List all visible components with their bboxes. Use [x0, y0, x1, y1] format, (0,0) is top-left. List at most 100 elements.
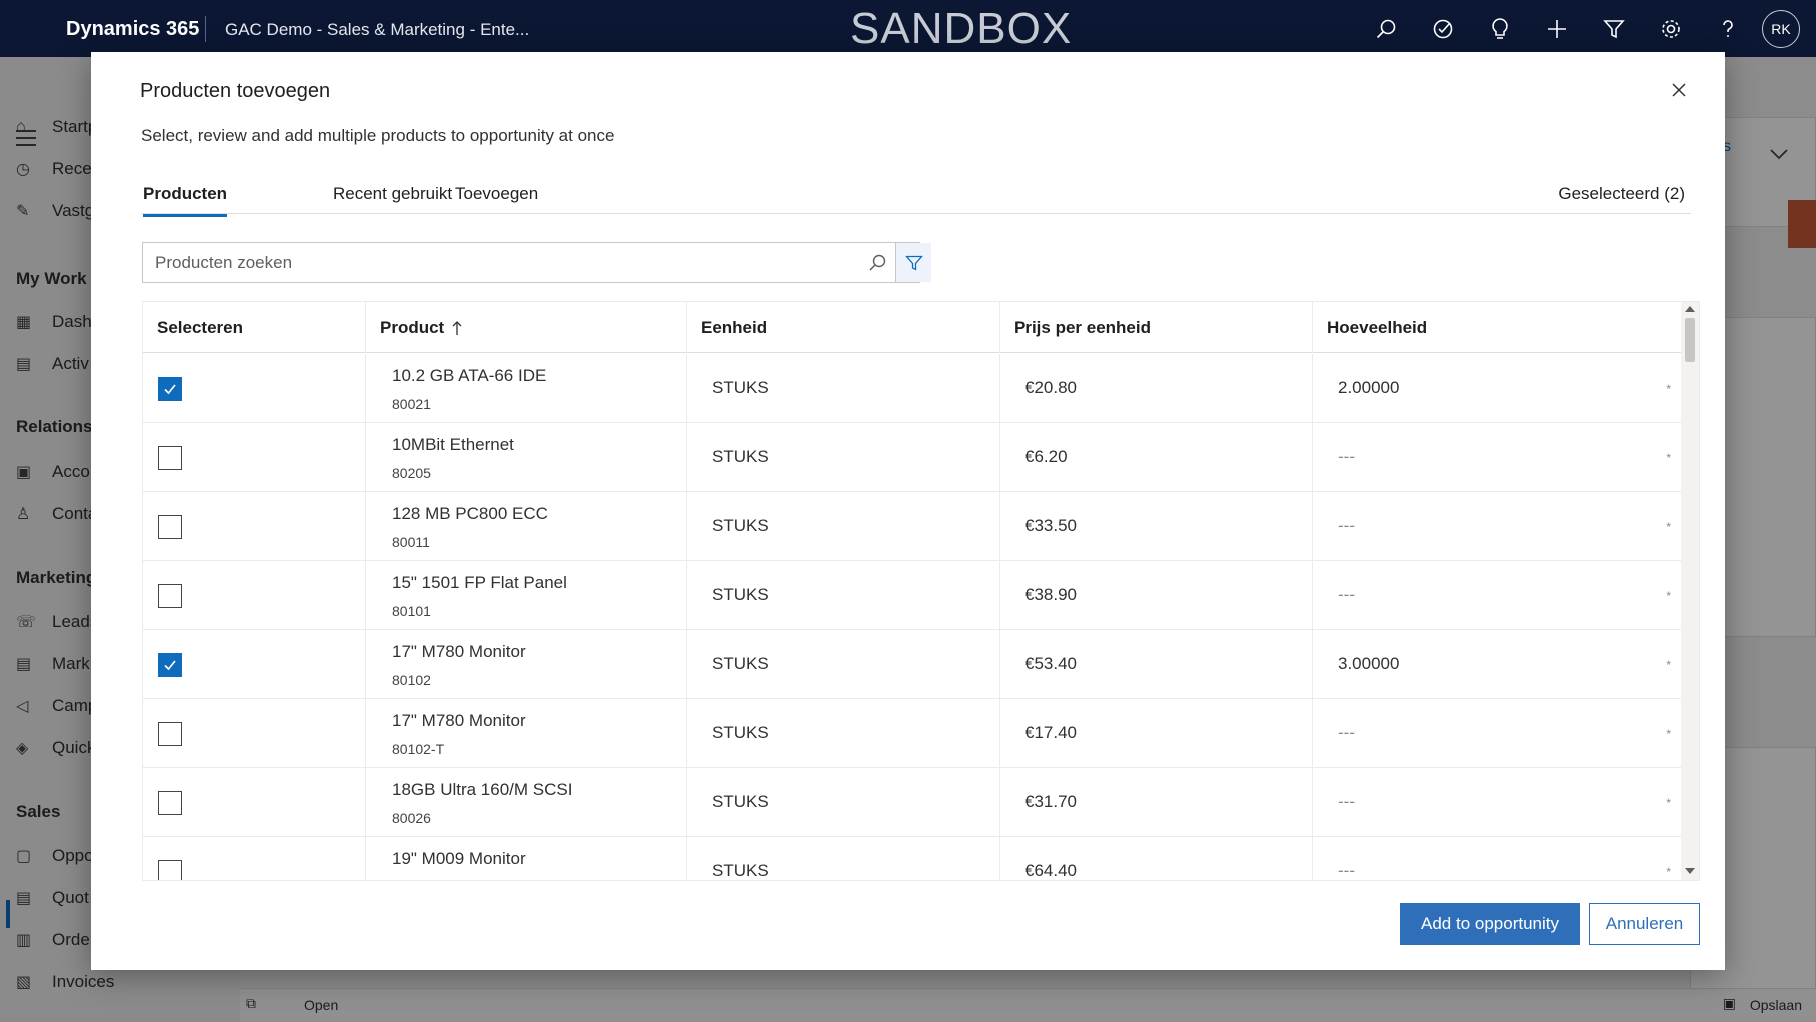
price-value: €33.50 [1025, 516, 1077, 535]
quantity-value: --- [1338, 585, 1355, 604]
unit-cell[interactable]: STUKS [687, 630, 1000, 698]
column-header-unit[interactable]: Eenheid [687, 302, 1000, 353]
required-marker: * [1666, 451, 1671, 465]
column-header-select[interactable]: Selecteren [143, 302, 366, 353]
quantity-cell[interactable]: --- * [1313, 768, 1681, 836]
select-cell [143, 492, 366, 560]
scroll-down-arrow[interactable] [1685, 868, 1695, 874]
product-code: 80101 [392, 603, 431, 619]
lightbulb-icon[interactable] [1471, 9, 1528, 49]
table-row[interactable]: 10.2 GB ATA-66 IDE 80021 STUKS €20.80 2.0000… [143, 354, 1681, 423]
unit-cell[interactable]: STUKS [687, 768, 1000, 836]
row-checkbox[interactable] [158, 584, 182, 608]
price-value: €53.40 [1025, 654, 1077, 673]
price-value: €64.40 [1025, 861, 1077, 880]
quantity-cell[interactable]: --- * [1313, 699, 1681, 767]
price-cell[interactable]: €17.40 [1000, 699, 1313, 767]
environment-label: SANDBOX [850, 4, 1073, 53]
filter-icon[interactable] [1585, 9, 1642, 49]
product-code: 80021 [392, 396, 431, 412]
product-cell: 10MBit Ethernet 80205 [366, 423, 687, 491]
unit-cell[interactable]: STUKS [687, 492, 1000, 560]
quantity-value: 2.00000 [1338, 378, 1400, 397]
avatar[interactable]: RK [1762, 10, 1800, 48]
unit-cell[interactable]: STUKS [687, 561, 1000, 629]
unit-cell[interactable]: STUKS [687, 837, 1000, 880]
row-checkbox[interactable] [158, 446, 182, 470]
row-checkbox[interactable] [158, 515, 182, 539]
search-input[interactable] [143, 243, 843, 282]
quantity-cell[interactable]: 2.00000 * [1313, 354, 1681, 422]
table-row[interactable]: 15" 1501 FP Flat Panel 80101 STUKS €38.90 --… [143, 561, 1681, 630]
tab-products[interactable]: Producten [143, 184, 228, 217]
table-row[interactable]: 18GB Ultra 160/M SCSI 80026 STUKS €31.70 ---… [143, 768, 1681, 837]
search-button[interactable] [859, 243, 895, 282]
unit-value: STUKS [712, 792, 769, 811]
unit-cell[interactable]: STUKS [687, 699, 1000, 767]
table-row[interactable]: 17" M780 Monitor 80102 STUKS €53.40 3.00000 * [143, 630, 1681, 699]
add-to-opportunity-button[interactable]: Add to opportunity [1400, 903, 1580, 945]
quantity-cell[interactable]: 3.00000 * [1313, 630, 1681, 698]
table-row[interactable]: 128 MB PC800 ECC 80011 STUKS €33.50 --- * [143, 492, 1681, 561]
row-checkbox[interactable] [158, 653, 182, 677]
column-header-product-label: Product [380, 317, 445, 337]
unit-value: STUKS [712, 654, 769, 673]
dialog-title: Producten toevoegen [140, 80, 331, 102]
selected-count-tab[interactable]: Geselecteerd (2) [1558, 184, 1685, 204]
row-checkbox[interactable] [158, 377, 182, 401]
close-icon [1672, 83, 1686, 97]
column-header-quantity[interactable]: Hoeveelheid [1313, 302, 1681, 353]
brand-title[interactable]: Dynamics 365 [66, 18, 199, 41]
unit-cell[interactable]: STUKS [687, 354, 1000, 422]
row-checkbox[interactable] [158, 860, 182, 880]
product-code: 80102 [392, 672, 431, 688]
unit-cell[interactable]: STUKS [687, 423, 1000, 491]
price-cell[interactable]: €6.20 [1000, 423, 1313, 491]
help-icon[interactable] [1699, 9, 1756, 49]
unit-value: STUKS [712, 585, 769, 604]
price-value: €31.70 [1025, 792, 1077, 811]
tab-recently-used[interactable]: Recent gebruikt [333, 184, 452, 214]
product-cell: 19" M009 Monitor [366, 837, 687, 880]
quantity-cell[interactable]: --- * [1313, 837, 1681, 880]
quantity-cell[interactable]: --- * [1313, 423, 1681, 491]
quantity-cell[interactable]: --- * [1313, 561, 1681, 629]
plus-icon[interactable] [1528, 9, 1585, 49]
row-checkbox[interactable] [158, 722, 182, 746]
row-checkbox[interactable] [158, 791, 182, 815]
gear-icon[interactable] [1642, 9, 1699, 49]
price-cell[interactable]: €33.50 [1000, 492, 1313, 560]
cancel-button[interactable]: Annuleren [1589, 903, 1700, 945]
unit-value: STUKS [712, 516, 769, 535]
select-cell [143, 768, 366, 836]
price-cell[interactable]: €64.40 [1000, 837, 1313, 880]
price-cell[interactable]: €53.40 [1000, 630, 1313, 698]
scroll-thumb[interactable] [1685, 318, 1695, 362]
column-header-product[interactable]: Product [366, 302, 687, 353]
search-icon[interactable] [1357, 9, 1414, 49]
select-cell [143, 699, 366, 767]
tab-add[interactable]: Toevoegen [455, 184, 538, 214]
product-name: 128 MB PC800 ECC [392, 504, 548, 523]
quantity-cell[interactable]: --- * [1313, 492, 1681, 560]
scroll-up-arrow[interactable] [1685, 306, 1695, 312]
grid-scrollbar[interactable] [1681, 302, 1699, 880]
price-value: €17.40 [1025, 723, 1077, 742]
unit-value: STUKS [712, 723, 769, 742]
app-name[interactable]: GAC Demo - Sales & Marketing - Ente... [225, 20, 529, 40]
table-row[interactable]: 10MBit Ethernet 80205 STUKS €6.20 --- * [143, 423, 1681, 492]
task-check-icon[interactable] [1414, 9, 1471, 49]
price-value: €38.90 [1025, 585, 1077, 604]
price-cell[interactable]: €38.90 [1000, 561, 1313, 629]
select-cell [143, 561, 366, 629]
price-cell[interactable]: €31.70 [1000, 768, 1313, 836]
close-button[interactable] [1667, 78, 1691, 102]
table-row[interactable]: 17" M780 Monitor 80102-T STUKS €17.40 --- * [143, 699, 1681, 768]
table-row[interactable]: 19" M009 Monitor STUKS €64.40 --- * [143, 837, 1681, 880]
required-marker: * [1666, 796, 1671, 810]
filter-icon [904, 255, 923, 271]
filter-button[interactable] [895, 243, 931, 282]
column-header-price[interactable]: Prijs per eenheid [1000, 302, 1313, 353]
price-cell[interactable]: €20.80 [1000, 354, 1313, 422]
products-grid: Selecteren Product Eenheid Prijs per een… [142, 301, 1700, 881]
